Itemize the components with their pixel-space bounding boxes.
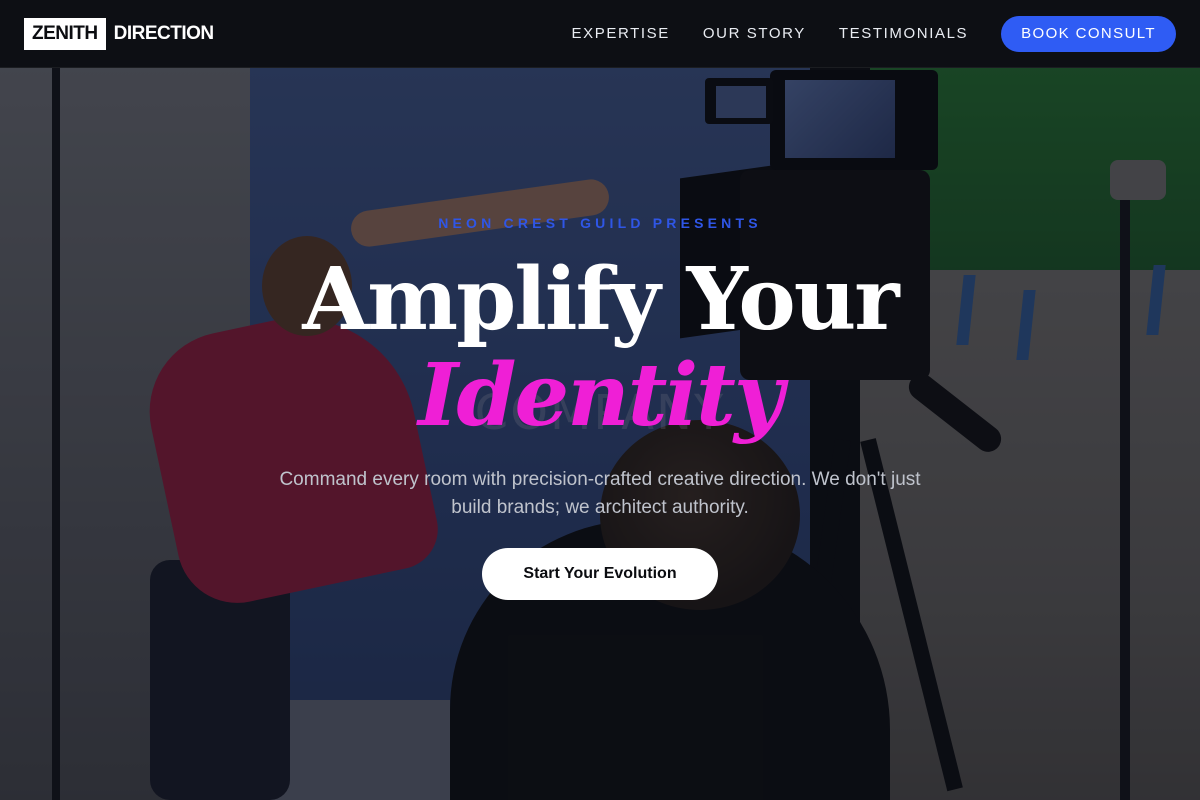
nav-link-our-story[interactable]: OUR STORY: [703, 25, 806, 42]
book-consult-button[interactable]: BOOK CONSULT: [1001, 15, 1176, 52]
logo-word: DIRECTION: [113, 22, 215, 44]
hero-headline-accent: Identity: [418, 345, 784, 446]
hero-content: NEON CREST GUILD PRESENTS Amplify Your I…: [0, 0, 1200, 800]
logo[interactable]: ZENITH DIRECTION: [24, 17, 215, 50]
hero-eyebrow: NEON CREST GUILD PRESENTS: [438, 215, 762, 231]
top-nav: ZENITH DIRECTION EXPERTISE OUR STORY TES…: [0, 0, 1200, 68]
nav-link-expertise[interactable]: EXPERTISE: [572, 25, 670, 42]
nav-links: EXPERTISE OUR STORY TESTIMONIALS BOOK CO…: [539, 15, 1176, 52]
hero-subtext: Command every room with precision-crafte…: [279, 469, 921, 518]
start-evolution-button[interactable]: Start Your Evolution: [482, 548, 718, 600]
nav-link-testimonials[interactable]: TESTIMONIALS: [839, 25, 968, 42]
hero-headline: Amplify Your: [302, 249, 899, 350]
logo-boxed-word: ZENITH: [24, 17, 106, 50]
